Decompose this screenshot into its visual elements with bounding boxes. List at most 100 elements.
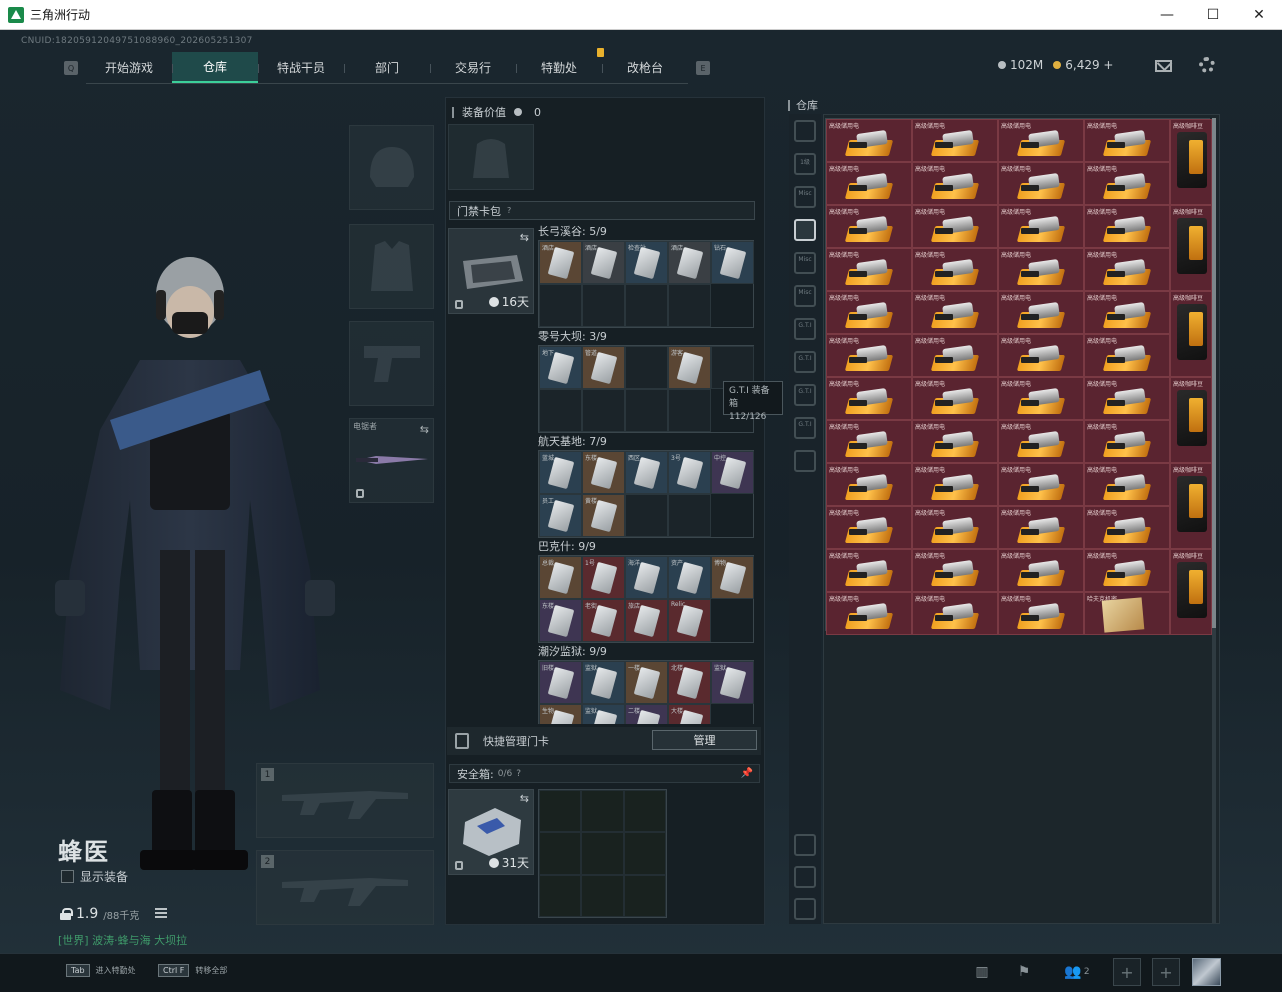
keycard[interactable]: 中控 — [711, 451, 754, 494]
coffee-bag-item[interactable]: 高级咖啡豆 — [1170, 549, 1212, 635]
show-gear-toggle[interactable]: 显示装备 — [61, 868, 128, 885]
battery-item[interactable]: 高级储用电 — [826, 377, 912, 420]
empty-card-slot[interactable] — [625, 389, 668, 432]
minimize-button[interactable]: — — [1144, 0, 1190, 30]
keycard[interactable]: 生物 — [539, 704, 582, 724]
stash-scrollbar[interactable] — [1212, 118, 1216, 923]
settings-gear-icon[interactable] — [1199, 57, 1215, 73]
tab-3[interactable]: 部门 — [344, 52, 430, 83]
pin-icon[interactable]: 📌 — [741, 768, 753, 779]
battery-item[interactable]: 高级储用电 — [998, 549, 1084, 592]
keycard[interactable]: 黄楼 — [582, 494, 625, 537]
safebox-grid[interactable] — [538, 789, 667, 918]
keycard[interactable]: 蓝城 — [539, 451, 582, 494]
nav-prev-key-icon[interactable]: Q — [64, 61, 78, 75]
friends-icon[interactable]: 👥 2 — [1060, 960, 1094, 984]
world-chat-line[interactable]: [世界] 波涛·蜂与海 大坝拉 — [58, 932, 187, 948]
safebox-slot[interactable]: ⇆ 31天 — [448, 789, 534, 875]
inspect-icon[interactable] — [794, 834, 816, 856]
safebox-cell[interactable] — [581, 832, 624, 875]
battery-item[interactable]: 高级储用电 — [826, 205, 912, 248]
keycard-bag-slot[interactable]: ⇆ 16天 — [448, 228, 534, 314]
help-icon[interactable]: ? — [516, 769, 521, 779]
empty-card-slot[interactable] — [625, 494, 668, 537]
empty-card-slot[interactable] — [582, 389, 625, 432]
keycard-list[interactable]: 长弓溪谷: 5/9 酒店 酒店 检查站 酒店 钻石 零号大坝: 3/9 地下 管道 游客 航天基地:… — [538, 224, 758, 724]
keycard[interactable]: 总裁 — [539, 556, 582, 599]
battery-item[interactable]: 高级储用电 — [998, 162, 1084, 205]
melee-slot[interactable]: 电锯者 ⇆ — [349, 418, 434, 503]
battery-item[interactable]: 高级储用电 — [1084, 506, 1170, 549]
keycard[interactable]: 博物 — [711, 556, 754, 599]
battery-item[interactable]: 高级储用电 — [998, 119, 1084, 162]
battery-item[interactable]: 高级储用电 — [998, 420, 1084, 463]
swap-icon[interactable]: ⇆ — [520, 231, 529, 244]
avatar[interactable] — [1192, 958, 1221, 986]
keycard[interactable]: 监狱 — [582, 661, 625, 704]
battery-item[interactable]: 高级储用电 — [998, 205, 1084, 248]
battery-item[interactable]: 高级储用电 — [912, 592, 998, 635]
battery-item[interactable]: 高级储用电 — [1084, 377, 1170, 420]
intel-document-item[interactable]: 哈夫克机密 — [1084, 592, 1170, 635]
keycard[interactable]: 东楼 — [539, 599, 582, 642]
battery-item[interactable]: 高级储用电 — [998, 291, 1084, 334]
keycard[interactable]: 监狱 — [711, 661, 754, 704]
keycard[interactable]: 酒店 — [582, 241, 625, 284]
nav-next-key-icon[interactable]: E — [696, 61, 710, 75]
stash-scroll-thumb[interactable] — [1212, 118, 1216, 628]
stash-grid[interactable]: 高级储用电 高级储用电 高级储用电 高级储用电 高级咖啡豆 高级储用电 高级储用电 高级储用电… — [825, 118, 1212, 635]
battery-item[interactable]: 高级储用电 — [1084, 291, 1170, 334]
battery-item[interactable]: 高级储用电 — [1084, 162, 1170, 205]
battery-item[interactable]: 高级储用电 — [912, 463, 998, 506]
keycard[interactable]: 检查站 — [625, 241, 668, 284]
keycard[interactable]: 旅店 — [625, 599, 668, 642]
keycard[interactable]: Relic — [668, 599, 711, 642]
battery-item[interactable]: 高级储用电 — [1084, 334, 1170, 377]
battery-item[interactable]: 高级储用电 — [912, 291, 998, 334]
battery-item[interactable]: 高级储用电 — [1084, 248, 1170, 291]
safebox-cell[interactable] — [581, 790, 624, 833]
armor-slot[interactable] — [349, 224, 434, 309]
battery-item[interactable]: 高级储用电 — [912, 549, 998, 592]
keycard[interactable]: 资产 — [668, 556, 711, 599]
battery-item[interactable]: 高级储用电 — [826, 248, 912, 291]
safebox-cell[interactable] — [623, 832, 666, 875]
empty-card-slot[interactable] — [668, 494, 711, 537]
keycard[interactable]: 酒店 — [668, 241, 711, 284]
keycard[interactable]: 大楼 — [668, 704, 711, 724]
keycard[interactable]: 员工 — [539, 494, 582, 537]
battery-item[interactable]: 高级储用电 — [826, 119, 912, 162]
battery-item[interactable]: 高级储用电 — [826, 549, 912, 592]
stash-category-icon[interactable] — [794, 450, 816, 472]
flag-icon[interactable]: ⚑ — [1010, 960, 1038, 984]
battery-item[interactable]: 高级储用电 — [912, 162, 998, 205]
tab-1[interactable]: 仓库 — [172, 52, 258, 83]
coffee-bag-item[interactable]: 高级咖啡豆 — [1170, 377, 1212, 463]
coffee-bag-item[interactable]: 高级咖啡豆 — [1170, 205, 1212, 291]
add-squad-button[interactable]: + — [1152, 958, 1180, 986]
battery-item[interactable]: 高级储用电 — [826, 162, 912, 205]
battery-item[interactable]: 高级储用电 — [1084, 420, 1170, 463]
battery-item[interactable]: 高级储用电 — [826, 420, 912, 463]
empty-card-slot[interactable] — [625, 346, 668, 389]
battery-item[interactable]: 高级储用电 — [912, 420, 998, 463]
battery-item[interactable]: 高级储用电 — [826, 506, 912, 549]
battery-item[interactable]: 高级储用电 — [912, 205, 998, 248]
battery-item[interactable]: 高级储用电 — [998, 248, 1084, 291]
keycard[interactable]: 3号 — [668, 451, 711, 494]
maximize-button[interactable]: ☐ — [1190, 0, 1236, 30]
pistol-slot[interactable] — [349, 321, 434, 406]
keycard[interactable]: 旧楼 — [539, 661, 582, 704]
hint-transfer-all[interactable]: Ctrl F 转移全部 — [158, 964, 227, 977]
safebox-cell[interactable] — [623, 790, 666, 833]
coffee-bag-item[interactable]: 高级咖啡豆 — [1170, 463, 1212, 549]
battery-item[interactable]: 高级储用电 — [912, 334, 998, 377]
keycard[interactable]: 北楼 — [668, 661, 711, 704]
layers-icon[interactable] — [794, 866, 816, 888]
add-squad-button[interactable]: + — [1113, 958, 1141, 986]
empty-card-slot[interactable] — [668, 284, 711, 327]
gold-currency[interactable]: 6,429 + — [1053, 58, 1114, 72]
battery-item[interactable]: 高级储用电 — [1084, 463, 1170, 506]
swap-icon[interactable]: ⇆ — [420, 423, 429, 436]
battery-item[interactable]: 高级储用电 — [912, 119, 998, 162]
